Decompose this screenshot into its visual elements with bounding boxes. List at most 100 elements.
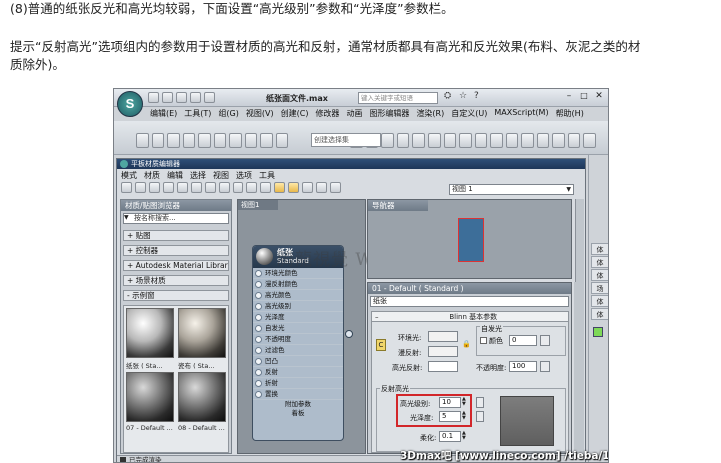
command-panel-item-0[interactable]: 体 xyxy=(591,243,608,255)
opacity-field[interactable]: 100 xyxy=(509,361,537,372)
glossiness-spinner[interactable]: ▲ ▼ xyxy=(462,411,466,421)
main-toolbar-button-icon-16[interactable] xyxy=(443,133,457,148)
sme-toolbar-button-icon-13[interactable] xyxy=(302,182,314,193)
main-toolbar-button-icon-18[interactable] xyxy=(474,133,488,148)
navigator-viewport-frame[interactable] xyxy=(458,218,484,262)
specular-swatch[interactable] xyxy=(428,361,458,372)
sme-menu-item-3[interactable]: 选择 xyxy=(190,170,206,180)
menu-item-9[interactable]: 自定义(U) xyxy=(451,108,487,120)
main-toolbar-button-icon-12[interactable] xyxy=(381,133,394,148)
node-slot-2[interactable]: 高光颜色 xyxy=(253,290,343,301)
view-select-dropdown[interactable]: 视图 1 ▼ xyxy=(449,184,574,195)
sme-toolbar-button-icon-12[interactable] xyxy=(288,182,300,193)
blinn-rollout-header[interactable]: – Blinn 基本参数 xyxy=(372,312,568,322)
node-slot-3[interactable]: 高光级别 xyxy=(253,301,343,312)
node-slot-socket-icon[interactable] xyxy=(255,391,262,398)
search-options-icon[interactable]: ▼ xyxy=(124,214,129,221)
node-slot-socket-icon[interactable] xyxy=(255,380,262,387)
spec-level-field[interactable]: 10 xyxy=(439,397,461,408)
node-slot-10[interactable]: 折射 xyxy=(253,378,343,389)
sme-menu-item-0[interactable]: 模式 xyxy=(121,170,137,180)
sme-toolbar-button-icon-10[interactable] xyxy=(260,182,272,193)
save-file-icon[interactable] xyxy=(176,92,187,103)
menu-item-4[interactable]: 创建(C) xyxy=(281,108,309,120)
soften-spinner[interactable]: ▲ ▼ xyxy=(462,431,466,441)
main-toolbar-button-icon-7[interactable] xyxy=(244,133,258,148)
main-toolbar-button-icon-0[interactable] xyxy=(136,133,149,148)
node-slot-socket-icon[interactable] xyxy=(255,303,262,310)
menu-item-2[interactable]: 组(G) xyxy=(218,108,238,120)
node-slot-7[interactable]: 过滤色 xyxy=(253,345,343,356)
browser-group-3[interactable]: + 场景材质 xyxy=(123,275,229,286)
sme-toolbar-button-icon-6[interactable] xyxy=(204,182,216,193)
browser-search-input[interactable]: 按名称搜索... xyxy=(123,213,229,224)
sample-sphere-cloth[interactable] xyxy=(178,308,226,358)
sme-toolbar-button-icon-8[interactable] xyxy=(232,182,244,193)
selection-set-dropdown[interactable]: 创建选择集 xyxy=(311,133,381,147)
spec-level-spinner[interactable]: ▲ ▼ xyxy=(462,397,466,407)
main-toolbar-button-icon-3[interactable] xyxy=(182,133,196,148)
soften-field[interactable]: 0.1 xyxy=(439,431,461,442)
undo-icon[interactable] xyxy=(190,92,201,103)
node-slot-socket-icon[interactable] xyxy=(255,347,262,354)
sample-sphere-3[interactable] xyxy=(126,372,174,422)
menu-item-6[interactable]: 动画 xyxy=(346,108,362,120)
glossiness-field[interactable]: 5 xyxy=(439,411,461,422)
sme-toolbar-button-icon-9[interactable] xyxy=(246,182,258,193)
maximize-icon[interactable]: □ xyxy=(577,91,591,103)
main-toolbar-button-icon-2[interactable] xyxy=(167,133,180,148)
diffuse-swatch[interactable] xyxy=(428,346,458,357)
node-slot-6[interactable]: 不透明度 xyxy=(253,334,343,345)
view-tab[interactable]: 视图1 xyxy=(238,200,278,210)
sme-toolbar-button-icon-5[interactable] xyxy=(190,182,202,193)
main-toolbar-button-icon-5[interactable] xyxy=(213,133,227,148)
main-toolbar-button-icon-4[interactable] xyxy=(198,133,211,148)
spec-level-map-button[interactable] xyxy=(476,397,484,408)
node-slot-socket-icon[interactable] xyxy=(255,281,262,288)
node-slot-11[interactable]: 置换 xyxy=(253,389,343,400)
main-toolbar-button-icon-20[interactable] xyxy=(505,133,519,148)
opacity-map-button[interactable] xyxy=(540,361,550,372)
node-slot-8[interactable]: 凹凸 xyxy=(253,356,343,367)
menu-item-10[interactable]: MAXScript(M) xyxy=(494,108,548,120)
node-slot-5[interactable]: 自发光 xyxy=(253,323,343,334)
app-logo-icon[interactable]: S xyxy=(117,91,143,117)
main-toolbar-button-icon-24[interactable] xyxy=(567,133,581,148)
lock-color-button[interactable]: C xyxy=(376,339,386,351)
node-slot-socket-icon[interactable] xyxy=(255,270,262,277)
param-scrollbar[interactable] xyxy=(574,282,584,454)
redo-icon[interactable] xyxy=(204,92,215,103)
sme-toolbar-button-icon-2[interactable] xyxy=(148,182,160,193)
main-toolbar-button-icon-6[interactable] xyxy=(229,133,242,148)
node-slot-socket-icon[interactable] xyxy=(255,358,262,365)
binoculars-icon[interactable]: ⛭ xyxy=(444,91,451,101)
sme-menu-item-6[interactable]: 工具 xyxy=(259,170,275,180)
open-file-icon[interactable] xyxy=(162,92,173,103)
command-panel-item-1[interactable]: 体 xyxy=(591,256,608,268)
close-icon[interactable]: ✕ xyxy=(592,91,606,103)
help-icon[interactable]: ? xyxy=(474,91,479,101)
sme-menu-item-5[interactable]: 选项 xyxy=(236,170,252,180)
menu-item-7[interactable]: 图形编辑器 xyxy=(369,108,409,120)
main-toolbar-button-icon-22[interactable] xyxy=(536,133,550,148)
node-output-socket[interactable] xyxy=(345,330,353,338)
command-panel-item-2[interactable]: 体 xyxy=(591,269,608,281)
help-search-input[interactable]: 键入关键字或短语 xyxy=(358,92,438,104)
self-illum-color-checkbox[interactable] xyxy=(480,337,487,344)
browser-group-0[interactable]: + 贴图 xyxy=(123,230,229,241)
node-slot-4[interactable]: 光泽度 xyxy=(253,312,343,323)
node-slot-socket-icon[interactable] xyxy=(255,292,262,299)
main-toolbar-button-icon-13[interactable] xyxy=(396,133,410,148)
sme-toolbar-button-icon-4[interactable] xyxy=(176,182,188,193)
sme-menu-item-2[interactable]: 编辑 xyxy=(167,170,183,180)
node-slot-9[interactable]: 反射 xyxy=(253,367,343,378)
node-slot-socket-icon[interactable] xyxy=(255,369,262,376)
browser-group-4[interactable]: - 示例窗 xyxy=(123,290,229,301)
sme-toolbar-button-icon-0[interactable] xyxy=(121,182,132,193)
sme-toolbar-button-icon-15[interactable] xyxy=(330,182,341,193)
glossiness-map-button[interactable] xyxy=(476,411,484,422)
material-node[interactable]: 纸张 Standard 环境光颜色 漫反射颜色 高光颜色 高光级别 光泽度 自发光 不透明度… xyxy=(252,245,344,441)
ambient-swatch[interactable] xyxy=(428,331,458,342)
sme-toolbar-button-icon-3[interactable] xyxy=(162,182,174,193)
self-illum-value[interactable]: 0 xyxy=(509,335,537,346)
